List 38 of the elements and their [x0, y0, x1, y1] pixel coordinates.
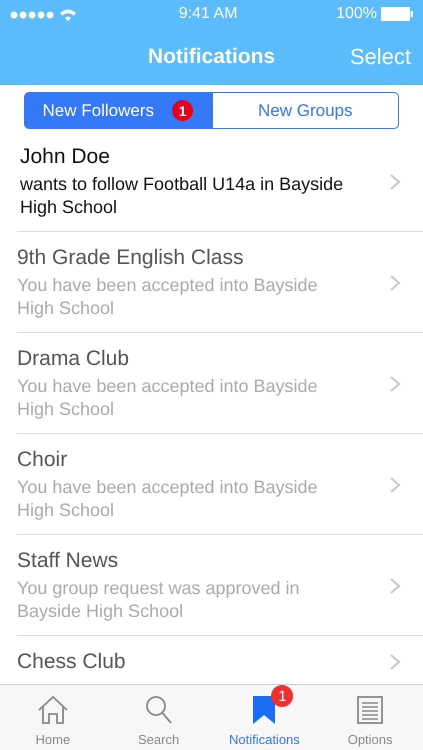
notification-row[interactable]: Staff News You group request was approved in Bayside High School	[17, 535, 423, 636]
notification-message: You have been accepted into Bayside High School	[17, 375, 319, 421]
notification-row[interactable]: Drama Club You have been accepted into Bayside High School	[17, 333, 423, 434]
notification-title: Chess Club	[17, 650, 127, 674]
battery-percent: 100%	[336, 5, 377, 23]
count-badge: 1	[172, 100, 193, 121]
chevron-icon	[389, 375, 401, 393]
tab-bar-item[interactable]: Home	[0, 685, 106, 750]
notification-title: Staff News	[17, 549, 120, 573]
home-icon	[36, 695, 69, 725]
notification-row[interactable]: John Doe wants to follow Football U14a in Bayside High School	[17, 129, 423, 232]
notification-title: 9th Grade English Class	[17, 246, 244, 270]
notification-message: You have been accepted into Bayside High School	[17, 274, 319, 320]
notification-title: Choir	[17, 448, 68, 472]
battery-icon	[381, 7, 413, 21]
notification-title: John Doe	[20, 145, 111, 169]
notification-message: wants to follow Football U14a in Bayside High School	[20, 173, 344, 219]
chevron-icon	[389, 274, 401, 292]
notification-row[interactable]: 9th Grade English Class You have been accepted into Bayside High School	[17, 232, 423, 333]
chevron-icon	[389, 653, 401, 671]
list-icon	[357, 696, 384, 724]
notification-message: You group request was approved in Bayside High School	[17, 577, 301, 623]
screen-title: Notifications	[148, 44, 276, 68]
segment-tab[interactable]: New Followers 1	[24, 92, 212, 129]
notification-title: Drama Club	[17, 347, 130, 371]
count-badge: 1	[271, 685, 294, 707]
chevron-icon	[389, 173, 401, 191]
bookmark-icon	[253, 696, 276, 724]
search-icon	[144, 695, 173, 725]
chevron-icon	[389, 577, 401, 595]
segment-tab[interactable]: New Groups	[212, 92, 399, 129]
tab-bar-item[interactable]: Options	[317, 685, 423, 750]
chevron-icon	[389, 476, 401, 494]
tab-bar-item[interactable]: 1 Notifications	[212, 685, 318, 750]
notification-row[interactable]: Choir You have been accepted into Bayside High School	[17, 434, 423, 535]
notification-message: You have been accepted into Bayside High School	[17, 476, 319, 522]
tab-bar-item[interactable]: Search	[106, 685, 212, 750]
status-time: 9:41 AM	[178, 5, 238, 23]
